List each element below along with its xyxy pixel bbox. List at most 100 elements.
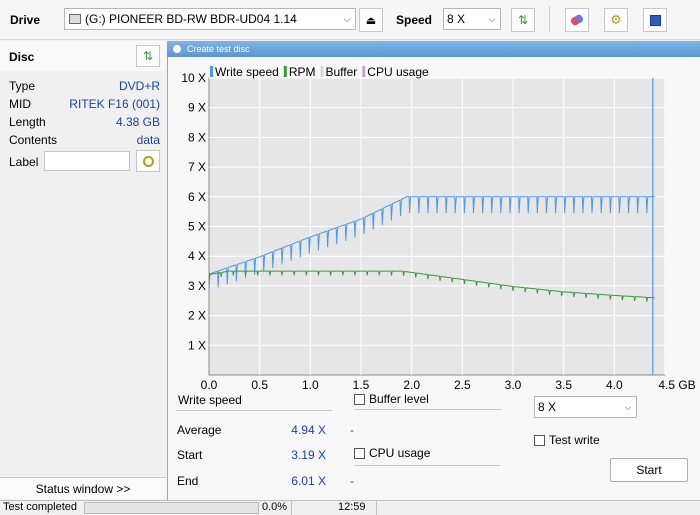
cpu-usage-label: CPU usage (369, 446, 431, 460)
x-tick-label: 0.0 (201, 378, 218, 391)
x-tick-label: 1.0 (302, 378, 319, 391)
nav-empty-area (0, 174, 166, 473)
progress-percent: 0.0% (262, 501, 288, 513)
toolbar-divider (549, 6, 550, 32)
checkbox-box[interactable] (354, 447, 365, 459)
x-tick-label: 1.5 (353, 378, 370, 391)
disc-contents-value: data (136, 133, 160, 147)
panel-header: Create test disc (167, 41, 700, 57)
disc-type-label: Type (9, 79, 36, 93)
disc-length-label: Length (9, 115, 46, 129)
write-speed-chart: 1 X 2 X 3 X 4 X 5 X 6 X 7 X 8 X 9 X 10 X 0.0 0.5 1.… (181, 65, 696, 391)
status-window-label: Status window >> (35, 481, 131, 496)
chevron-down-icon: ⌵ (624, 401, 632, 412)
buffer-divider (354, 409, 502, 410)
speed-select[interactable]: 8 X ⌵ (443, 8, 501, 30)
save-icon (649, 14, 661, 26)
start-value: 3.19 X (291, 448, 326, 462)
y-tick-label: 8 X (188, 130, 206, 144)
end-value: 6.01 X (291, 474, 326, 488)
options-button[interactable]: ⚙ (604, 8, 628, 32)
speed-select-value: 8 X (447, 12, 466, 26)
start-button[interactable]: Start (610, 458, 688, 482)
write-speed-select[interactable]: 8 X ⌵ (534, 396, 637, 418)
drive-select[interactable]: (G:) PIONEER BD-RW BDR-UD04 1.14 ⌵ (64, 8, 356, 30)
drive-select-value: (G:) PIONEER BD-RW BDR-UD04 1.14 (85, 12, 297, 26)
panel-title: Create test disc (187, 44, 250, 54)
disc-label-label: Label (9, 155, 39, 169)
buffer-level-label: Buffer level (369, 392, 429, 406)
average-label: Average (177, 423, 222, 437)
test-write-checkbox[interactable]: Test write (534, 433, 600, 447)
start-button-label: Start (636, 463, 662, 477)
disc-label-input[interactable] (44, 151, 130, 171)
y-tick-label: 9 X (188, 101, 206, 115)
cpu-divider (354, 465, 500, 466)
x-tick-label: 2.5 (454, 378, 471, 391)
y-axis-ticks: 1 X 2 X 3 X 4 X 5 X 6 X 7 X 8 X 9 X 10 X (181, 71, 206, 352)
left-panel: Disc ⇅ Type DVD+R MID RITEK F16 (001) Le… (0, 41, 166, 500)
disc-mid-label: MID (9, 97, 31, 111)
x-tick-label: 2.0 (403, 378, 420, 391)
erase-button[interactable] (565, 8, 589, 32)
apply-label-button[interactable] (136, 150, 160, 172)
y-tick-label: 1 X (188, 338, 206, 352)
refresh-disc-button[interactable]: ⇅ (136, 45, 160, 67)
y-tick-label: 5 X (188, 220, 206, 234)
checkbox-box[interactable] (354, 393, 365, 405)
buffer-level-checkbox[interactable]: Buffer level (354, 392, 429, 406)
stats-section-label: Write speed (178, 393, 242, 407)
toolbar: Drive (G:) PIONEER BD-RW BDR-UD04 1.14 ⌵… (0, 0, 700, 40)
eject-icon: ⏏ (365, 14, 377, 27)
x-tick-label: 4.5 GB (658, 378, 695, 391)
chevron-down-icon: ⌵ (343, 13, 351, 24)
legend-swatch (283, 66, 287, 77)
legend-swatch (362, 66, 366, 77)
x-tick-label: 3.0 (505, 378, 522, 391)
start-label: Start (177, 448, 203, 462)
status-bar: Test completed 0.0% 12:59 (0, 500, 700, 515)
status-text: Test completed (3, 501, 77, 513)
disc-length-value: 4.38 GB (115, 115, 160, 129)
panel-icon (173, 45, 181, 53)
legend-label: CPU usage (367, 65, 429, 79)
speed-label: Speed (396, 13, 433, 27)
legend-label: RPM (289, 65, 316, 79)
legend-swatch (210, 66, 213, 77)
save-button[interactable] (643, 8, 667, 32)
disc-write-icon (142, 155, 154, 167)
y-tick-label: 7 X (188, 160, 206, 174)
disc-contents-label: Contents (9, 133, 58, 147)
refresh-speed-button[interactable]: ⇅ (511, 8, 535, 32)
chevron-down-icon: ⌵ (488, 13, 496, 24)
status-divider (376, 501, 377, 515)
status-window-button[interactable]: Status window >> (0, 477, 166, 499)
eject-button[interactable]: ⏏ (359, 8, 383, 32)
checkbox-box[interactable] (534, 434, 545, 446)
y-tick-label: 3 X (188, 279, 206, 293)
x-tick-label: 4.0 (606, 378, 623, 391)
drive-label: Drive (10, 13, 41, 27)
y-tick-label: 6 X (188, 190, 206, 204)
legend-swatch (320, 66, 324, 77)
disc-type-value: DVD+R (118, 79, 160, 93)
average-extra: - (350, 423, 354, 437)
eraser-icon (569, 13, 585, 27)
progress-bar (84, 502, 259, 514)
x-tick-label: 0.5 (251, 378, 268, 391)
elapsed-time: 12:59 (338, 501, 366, 513)
drive-icon (69, 14, 81, 24)
x-axis-ticks: 0.0 0.5 1.0 1.5 2.0 2.5 3.0 3.5 4.0 4.5 GB (201, 378, 696, 391)
refresh-icon: ⇅ (517, 13, 529, 27)
disc-mid-value: RITEK F16 (001) (69, 97, 160, 111)
legend-label: Write speed (215, 65, 279, 79)
y-tick-label: 4 X (188, 249, 206, 263)
test-write-label: Test write (549, 433, 600, 447)
write-speed-select-value: 8 X (538, 400, 557, 414)
chart-legend: Write speed RPM Buffer CPU usage (210, 65, 429, 79)
legend-label: Buffer (325, 65, 357, 79)
cpu-usage-checkbox[interactable]: CPU usage (354, 446, 430, 460)
y-tick-label: 2 X (188, 309, 206, 323)
disc-title: Disc (9, 50, 35, 64)
end-label: End (177, 474, 199, 488)
